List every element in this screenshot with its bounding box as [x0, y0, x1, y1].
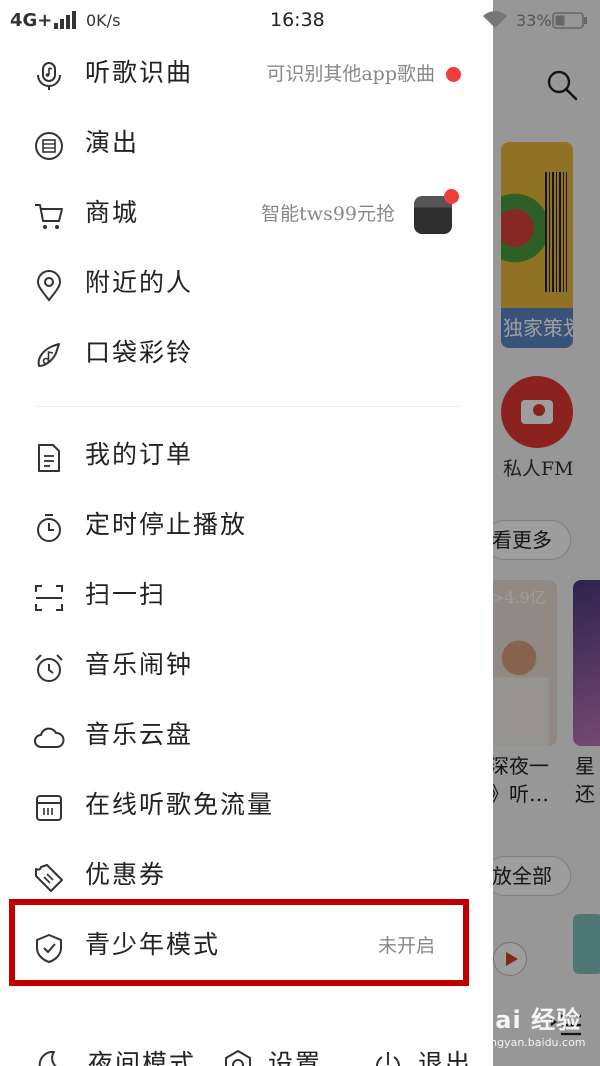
menu-item-music-alarm[interactable]: 音乐闹钟: [0, 632, 493, 702]
playlist-cover: [493, 620, 549, 746]
menu-item-nearby[interactable]: 附近的人: [0, 250, 493, 320]
menu-item-sleep-timer[interactable]: 定时停止播放: [0, 492, 493, 562]
play-count: >4.9亿: [493, 588, 546, 607]
network-speed: 0K/s: [86, 11, 121, 30]
divider: [35, 406, 461, 407]
menu-item-label: 在线听歌免流量: [85, 790, 275, 819]
coupon-icon: [33, 862, 65, 894]
menu-item-hint: 未开启: [377, 935, 435, 957]
wifi-icon: [483, 11, 507, 28]
watermark-brand: Bai 经验: [476, 1006, 582, 1034]
settings-hexagon-icon: [222, 1049, 254, 1066]
menu-item-scan[interactable]: 扫一扫: [0, 562, 493, 632]
moon-icon: [36, 1049, 68, 1066]
notification-dot: [444, 189, 459, 204]
mini-player-art[interactable]: [573, 914, 600, 974]
menu-item-hint: 智能tws99元抢: [261, 203, 395, 225]
clock: 16:38: [270, 9, 325, 31]
menu-item-label: 音乐闹钟: [85, 650, 194, 679]
cloud-icon: [33, 722, 65, 754]
playlist-title: 深夜一 》听…: [493, 754, 549, 806]
mic-music-icon: [33, 60, 65, 92]
background-app[interactable]: 独家策划 私人FM 看更多 >4.9亿 深夜一 》听… 星 还 放全部: [493, 0, 600, 1066]
menu-item-label: 演出: [85, 128, 140, 157]
menu-item-free-data[interactable]: 在线听歌免流量: [0, 772, 493, 842]
battery-icon: [552, 12, 587, 29]
menu-item-hint: 可识别其他app歌曲: [266, 63, 435, 85]
banner-artwork: [501, 192, 545, 282]
menu-item-mall[interactable]: 商城 智能tws99元抢: [0, 180, 493, 250]
drawer-footer: 夜间模式 设置 退出: [0, 1025, 493, 1066]
menu-item-label: 听歌识曲: [85, 58, 194, 87]
scan-icon: [33, 582, 65, 614]
menu-item-label: 附近的人: [85, 268, 194, 297]
menu-item-label: 口袋彩铃: [85, 338, 194, 367]
menu-item-cloud-drive[interactable]: 音乐云盘: [0, 702, 493, 772]
menu-item-shows[interactable]: 演出: [0, 110, 493, 180]
menu-item-label: 商城: [85, 198, 140, 227]
featured-banner[interactable]: 独家策划: [501, 142, 573, 348]
night-mode-label: 夜间模式: [88, 1049, 197, 1066]
play-icon[interactable]: [493, 942, 527, 976]
private-fm-button[interactable]: [501, 376, 573, 448]
power-icon: [372, 1049, 404, 1066]
menu-item-my-orders[interactable]: 我的订单: [0, 422, 493, 492]
battery-percent: 33%: [516, 11, 552, 30]
side-drawer: 听歌识曲 可识别其他app歌曲 演出 商城 智能tws99元抢 附近的人 口袋彩…: [0, 40, 493, 1066]
location-pin-icon: [33, 270, 65, 302]
notification-dot: [446, 67, 461, 82]
ticket-icon: [33, 130, 65, 162]
menu-item-label: 定时停止播放: [85, 510, 248, 539]
banner-barcode: [545, 172, 567, 292]
ringtone-icon: [33, 340, 65, 372]
play-all-button[interactable]: 放全部: [493, 856, 571, 896]
menu-item-label: 我的订单: [85, 440, 194, 469]
menu-item-label: 优惠券: [85, 860, 167, 889]
cart-icon: [33, 200, 65, 232]
earbuds-image: [414, 189, 459, 234]
menu-item-ringtone[interactable]: 口袋彩铃: [0, 320, 493, 390]
settings-label: 设置: [268, 1049, 323, 1066]
menu-item-label: 青少年模式: [85, 930, 221, 959]
see-more-button[interactable]: 看更多: [493, 520, 571, 560]
menu-item-label: 扫一扫: [85, 580, 167, 609]
menu-item-teen-mode[interactable]: 青少年模式 未开启: [0, 912, 493, 982]
shield-check-icon: [33, 932, 65, 964]
menu-item-recognize-song[interactable]: 听歌识曲 可识别其他app歌曲: [0, 40, 493, 110]
playlist-title-2: 星 还: [575, 754, 595, 806]
menu-item-label: 音乐云盘: [85, 720, 194, 749]
playlist-card[interactable]: >4.9亿: [493, 580, 557, 746]
private-fm-label: 私人FM: [503, 458, 574, 480]
signal-icon: [54, 11, 76, 29]
banner-caption: 独家策划: [501, 308, 573, 348]
status-bar: 4G+ 0K/s 16:38 33%: [0, 0, 600, 40]
alarm-clock-icon: [33, 652, 65, 684]
search-icon[interactable]: [545, 68, 579, 102]
timer-icon: [33, 512, 65, 544]
watermark-url: jingyan.baidu.com: [484, 1036, 586, 1049]
menu-item-coupons[interactable]: 优惠券: [0, 842, 493, 912]
radio-icon: [521, 400, 553, 424]
order-document-icon: [33, 442, 65, 474]
watermark: Bai 经验 jingyan.baidu.com: [462, 996, 597, 1056]
network-type: 4G+: [10, 10, 53, 31]
playlist-card-2[interactable]: [573, 580, 600, 746]
sim-card-icon: [33, 792, 65, 824]
